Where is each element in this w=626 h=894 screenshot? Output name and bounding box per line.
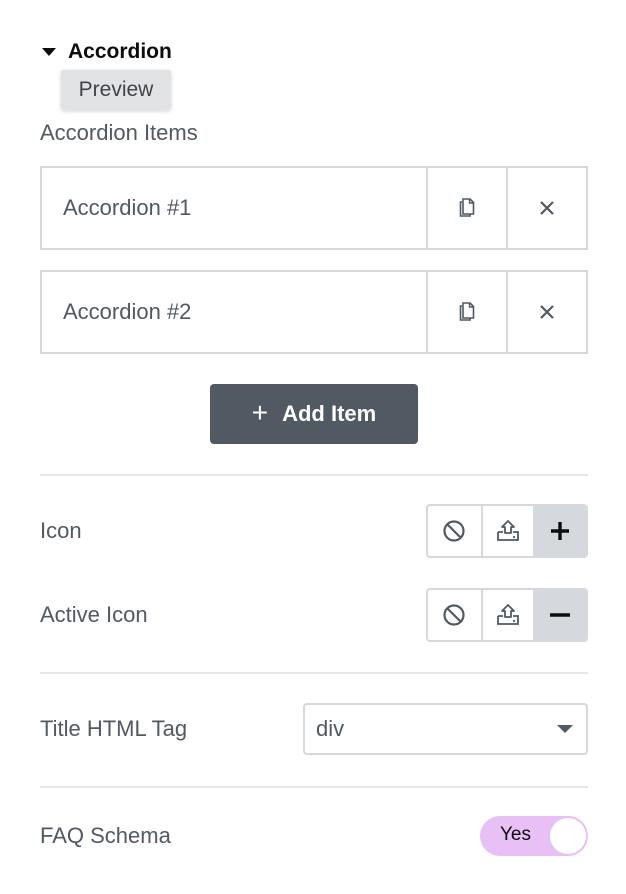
plus-icon — [550, 522, 569, 540]
icon-choose-control — [426, 504, 588, 558]
repeater-item[interactable]: Accordion #1 — [40, 166, 588, 250]
remove-button[interactable] — [506, 168, 586, 248]
divider — [40, 672, 588, 674]
faq-schema-label: FAQ Schema — [40, 823, 171, 848]
minus-icon — [549, 613, 570, 617]
copy-icon — [459, 198, 475, 217]
upload-icon — [497, 520, 519, 541]
toggle-knob — [550, 818, 586, 854]
title-html-tag-label: Title HTML Tag — [40, 716, 188, 741]
active-icon-option-minus[interactable] — [533, 590, 586, 640]
none-icon — [443, 604, 465, 626]
active-icon-label: Active Icon — [40, 602, 148, 627]
section-header[interactable]: Accordion — [40, 40, 172, 64]
divider — [40, 786, 588, 788]
caret-down-icon — [557, 725, 573, 733]
icon-label: Icon — [40, 518, 82, 543]
active-icon-option-none[interactable] — [428, 590, 481, 640]
add-item-button[interactable]: + Add Item — [210, 384, 418, 444]
repeater-item-title[interactable]: Accordion #1 — [42, 168, 426, 248]
add-item-label: Add Item — [282, 401, 377, 426]
title-html-tag-select[interactable]: div — [303, 703, 588, 755]
repeater-item-title[interactable]: Accordion #2 — [42, 272, 426, 352]
divider — [40, 474, 588, 476]
icon-option-none[interactable] — [428, 506, 481, 556]
duplicate-button[interactable] — [426, 272, 506, 352]
close-icon — [540, 305, 554, 319]
upload-icon — [497, 604, 519, 625]
icon-option-plus[interactable] — [533, 506, 586, 556]
duplicate-button[interactable] — [426, 168, 506, 248]
accordion-items-label: Accordion Items — [40, 120, 198, 145]
none-icon — [443, 520, 465, 542]
active-icon-choose-control — [426, 588, 588, 642]
repeater-item[interactable]: Accordion #2 — [40, 270, 588, 354]
active-icon-option-upload[interactable] — [480, 590, 534, 640]
caret-down-icon — [42, 48, 56, 56]
copy-icon — [459, 302, 475, 321]
preview-tooltip: Preview — [61, 70, 171, 110]
close-icon — [540, 201, 554, 215]
plus-icon: + — [251, 396, 269, 428]
select-value: div — [316, 716, 345, 741]
toggle-label: Yes — [500, 824, 531, 845]
icon-option-upload[interactable] — [480, 506, 534, 556]
section-title: Accordion — [68, 40, 172, 63]
faq-schema-toggle[interactable]: Yes — [480, 816, 588, 856]
remove-button[interactable] — [506, 272, 586, 352]
